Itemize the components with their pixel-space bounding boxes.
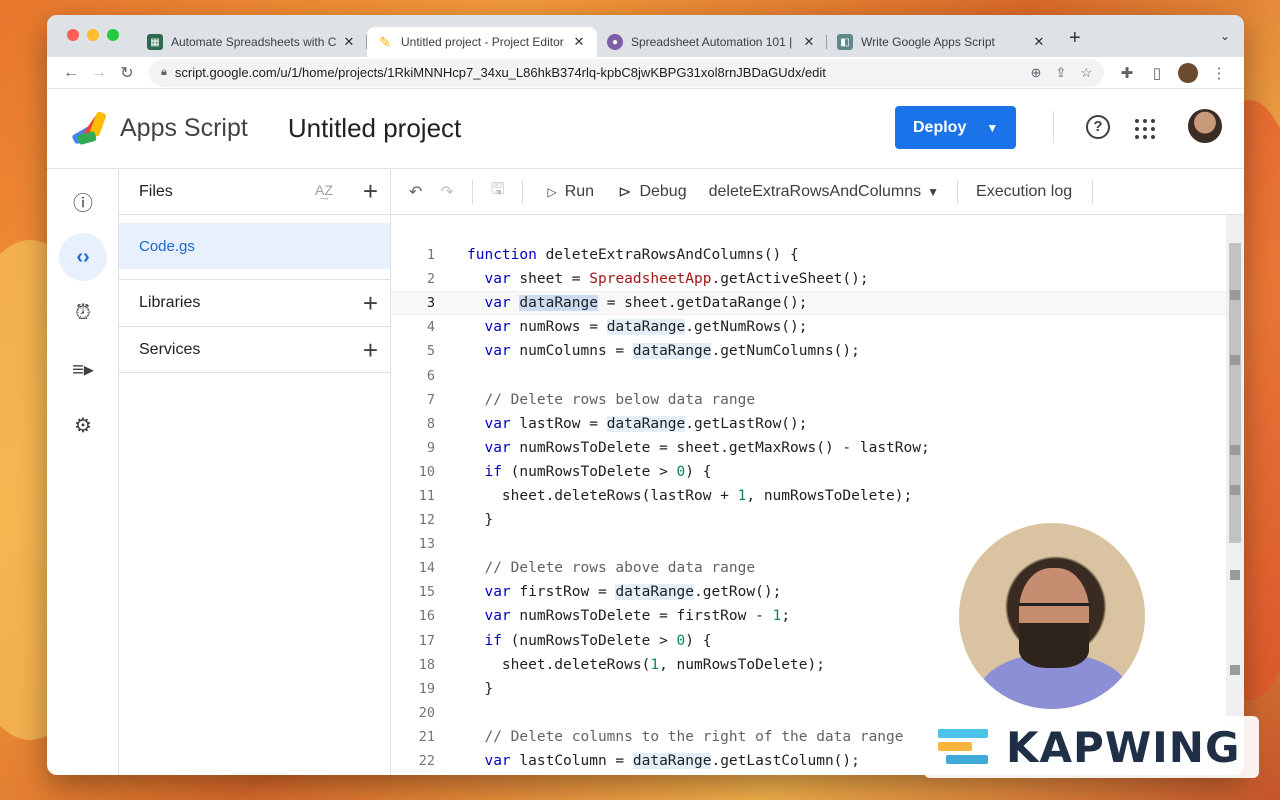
files-panel: Files A͢Z + Code.gs Libraries + Services… (119, 169, 391, 775)
app-header: Apps Script Untitled project Deploy ▼ ? (47, 89, 1244, 169)
browser-tab[interactable]: ▦ Automate Spreadsheets with C ✕ (137, 27, 367, 57)
zoom-icon[interactable]: ⊕ (1031, 65, 1042, 81)
editor-scrollbar[interactable] (1226, 215, 1244, 775)
redo-icon[interactable]: ↷ (440, 182, 453, 202)
run-label: Run (564, 182, 595, 200)
browser-toolbar: ← → ↻ 🔒︎ script.google.com/u/1/home/proj… (47, 57, 1244, 89)
add-library-plus-icon[interactable]: + (363, 288, 378, 319)
services-section[interactable]: Services + (119, 326, 390, 373)
kapwing-brand: KAPWING (1006, 722, 1241, 772)
new-tab-button[interactable]: + (1069, 27, 1081, 50)
extensions-puzzle-icon[interactable]: ✚ (1112, 64, 1142, 82)
project-title[interactable]: Untitled project (288, 113, 461, 144)
caret-down-icon: ▼ (927, 184, 940, 199)
close-window-button[interactable] (67, 29, 79, 41)
deploy-label: Deploy (913, 118, 967, 136)
add-file-plus-icon[interactable]: + (363, 176, 378, 207)
code-line-current: 3 var dataRange = sheet.getDataRange(); (391, 291, 1226, 316)
profile-avatar[interactable] (1178, 62, 1198, 83)
window-controls (67, 29, 119, 41)
libraries-section[interactable]: Libraries + (119, 279, 390, 326)
page-favicon-icon: ◧ (837, 34, 853, 50)
back-arrow-icon[interactable]: ← (57, 64, 85, 82)
debug-button[interactable]: ⊳ Debug (618, 182, 687, 202)
lock-icon: 🔒︎ (161, 66, 167, 78)
debug-label: Debug (639, 182, 687, 200)
browser-tabs: ▦ Automate Spreadsheets with C ✕ ✎ Untit… (137, 23, 1057, 57)
tab-search-chevron-icon[interactable]: ⌄ (1220, 29, 1230, 43)
apps-script-favicon-icon: ✎ (379, 33, 391, 50)
settings-gear-icon[interactable]: ⚙ (59, 401, 107, 449)
code-line: 12 } (418, 512, 494, 529)
caret-down-icon: ▼ (986, 120, 999, 135)
sort-az-icon[interactable]: A͢Z (315, 182, 333, 198)
course-favicon-icon: ● (607, 34, 623, 50)
debug-icon: ⊳ (618, 183, 632, 201)
share-icon[interactable]: ⇪ (1055, 65, 1066, 81)
sidebar-panel-icon[interactable]: ▯ (1142, 64, 1172, 82)
executions-list-icon[interactable]: ≡▸ (59, 345, 107, 393)
code-line: 4 var numRows = dataRange.getNumRows(); (426, 319, 808, 336)
code-line: 2 var sheet = SpreadsheetApp.getActiveSh… (426, 271, 869, 288)
zoom-window-button[interactable] (107, 29, 119, 41)
tab-close-icon[interactable]: ✕ (1031, 34, 1047, 50)
help-icon[interactable]: ? (1086, 115, 1110, 139)
left-nav-rail: ⓘ ‹› ⏰︎ ≡▸ ⚙ (47, 169, 119, 775)
kapwing-watermark: KAPWING (924, 716, 1259, 778)
editor-toolbar: ↶ ↷ 🖫︎ ▷ Run ⊳ Debug deleteExtraRowsAndC… (391, 169, 1244, 215)
run-button[interactable]: ▷ Run (547, 183, 594, 201)
address-bar[interactable]: 🔒︎ script.google.com/u/1/home/projects/1… (149, 58, 1104, 87)
files-title: Files (139, 182, 173, 200)
apps-script-logo (71, 110, 112, 147)
tab-title: Untitled project - Project Editor (401, 35, 564, 49)
google-apps-grid-icon[interactable] (1135, 119, 1155, 139)
libraries-label: Libraries (139, 294, 201, 311)
play-icon: ▷ (547, 184, 557, 199)
add-service-plus-icon[interactable]: + (363, 335, 378, 366)
code-line: 11 sheet.deleteRows(lastRow + 1, numRows… (418, 487, 913, 504)
files-header: Files A͢Z + (119, 169, 390, 215)
kapwing-logo-icon (938, 727, 994, 767)
file-item-code-gs[interactable]: Code.gs (119, 223, 390, 269)
execution-log-button[interactable]: Execution log (957, 179, 1094, 204)
code-line: 7 // Delete rows below data range (426, 391, 756, 408)
sheets-favicon-icon: ▦ (147, 34, 163, 50)
kebab-menu-icon[interactable]: ⋮ (1204, 64, 1234, 82)
overview-info-icon[interactable]: ⓘ (59, 177, 107, 225)
triggers-alarm-clock-icon[interactable]: ⏰︎ (59, 289, 107, 337)
forward-arrow-icon[interactable]: → (85, 64, 113, 82)
account-avatar[interactable] (1188, 109, 1222, 143)
tab-title: Write Google Apps Script (861, 35, 995, 49)
editor-code-icon[interactable]: ‹› (59, 233, 107, 281)
code-line: 8 var lastRow = dataRange.getLastRow(); (426, 415, 808, 432)
code-line: 9 var numRowsToDelete = sheet.getMaxRows… (426, 439, 930, 456)
tab-close-icon[interactable]: ✕ (341, 34, 357, 50)
services-label: Services (139, 340, 201, 358)
browser-tab[interactable]: ● Spreadsheet Automation 101 | ✕ (597, 27, 827, 57)
bookmark-star-icon[interactable]: ☆ (1080, 65, 1092, 81)
tab-title: Spreadsheet Automation 101 | (631, 35, 793, 49)
browser-tab-active[interactable]: ✎ Untitled project - Project Editor ✕ (367, 27, 597, 57)
function-name: deleteExtraRowsAndColumns (708, 182, 922, 200)
tab-close-icon[interactable]: ✕ (571, 34, 587, 50)
tab-title: Automate Spreadsheets with C (171, 35, 337, 49)
deploy-button[interactable]: Deploy ▼ (895, 106, 1016, 149)
code-line: 6 (426, 367, 435, 384)
minimize-window-button[interactable] (87, 29, 99, 41)
reload-icon[interactable]: ↻ (113, 63, 141, 83)
save-floppy-icon[interactable]: 🖫︎ (491, 178, 505, 205)
undo-icon[interactable]: ↶ (409, 182, 422, 202)
code-line: 5 var numColumns = dataRange.getNumColum… (426, 343, 860, 360)
function-selector[interactable]: deleteExtraRowsAndColumns ▼ (709, 183, 939, 201)
scrollbar-thumb[interactable] (1229, 243, 1241, 543)
browser-tab[interactable]: ◧ Write Google Apps Script ✕ (827, 27, 1057, 57)
webcam-overlay (955, 519, 1149, 713)
code-line: 1 function deleteExtraRowsAndColumns() { (426, 247, 799, 264)
code-line: 10 if (numRowsToDelete > 0) { (418, 463, 712, 480)
url-text: script.google.com/u/1/home/projects/1Rki… (174, 65, 826, 80)
tab-strip: ▦ Automate Spreadsheets with C ✕ ✎ Untit… (47, 15, 1244, 57)
app-name: Apps Script (120, 114, 248, 142)
tab-close-icon[interactable]: ✕ (801, 34, 817, 50)
